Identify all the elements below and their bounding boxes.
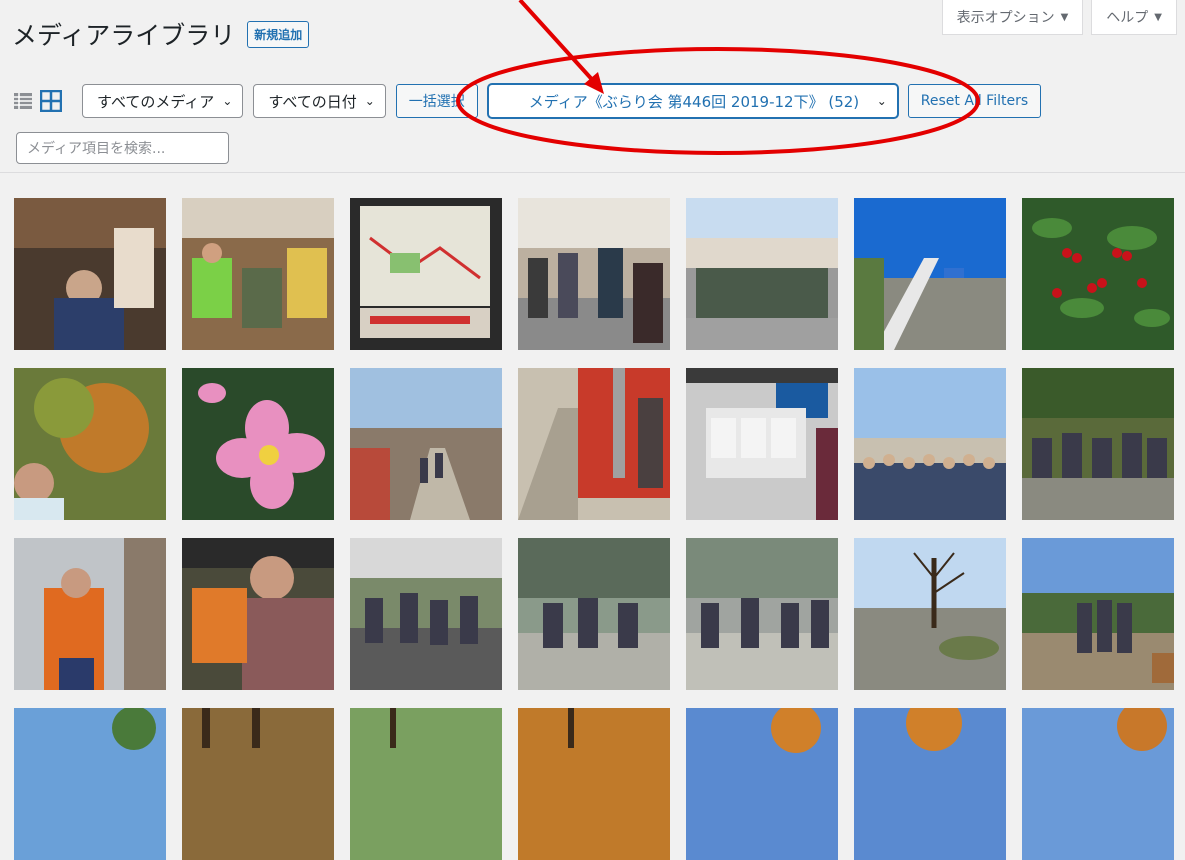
media-thumbnail[interactable] bbox=[1022, 708, 1174, 860]
media-thumbnail[interactable] bbox=[182, 198, 334, 350]
media-thumbnail[interactable] bbox=[518, 368, 670, 520]
help-button[interactable]: ヘルプ ▼ bbox=[1091, 0, 1177, 35]
media-thumbnail[interactable] bbox=[182, 538, 334, 690]
media-thumbnail[interactable] bbox=[854, 198, 1006, 350]
screen-options-label: 表示オプション bbox=[956, 10, 1055, 26]
screen-meta-links: 表示オプション ▼ ヘルプ ▼ bbox=[941, 0, 1177, 35]
media-thumbnail[interactable] bbox=[350, 708, 502, 860]
category-filter[interactable]: メディア《ぶらり会 第446回 2019-12下》 (52) ⌄ bbox=[487, 84, 898, 118]
media-thumbnail[interactable] bbox=[518, 538, 670, 690]
media-thumbnail[interactable] bbox=[686, 368, 838, 520]
date-filter[interactable]: すべての日付 ⌄ bbox=[253, 84, 386, 118]
screen-options-button[interactable]: 表示オプション ▼ bbox=[941, 0, 1084, 35]
help-label: ヘルプ bbox=[1106, 10, 1149, 26]
media-grid bbox=[14, 198, 1174, 860]
media-thumbnail[interactable] bbox=[350, 538, 502, 690]
caret-down-icon: ▼ bbox=[1060, 11, 1069, 23]
media-thumbnail[interactable] bbox=[686, 538, 838, 690]
chevron-down-icon: ⌄ bbox=[222, 94, 233, 108]
reset-filters-button[interactable]: Reset All Filters bbox=[907, 84, 1042, 118]
list-view-icon[interactable] bbox=[12, 90, 34, 112]
chevron-down-icon: ⌄ bbox=[364, 94, 375, 108]
date-value: すべての日付 bbox=[268, 92, 357, 111]
media-thumbnail[interactable] bbox=[1022, 198, 1174, 350]
chevron-down-icon: ⌄ bbox=[876, 94, 887, 108]
media-type-value: すべてのメディア bbox=[97, 92, 215, 111]
media-thumbnail[interactable] bbox=[518, 708, 670, 860]
media-thumbnail[interactable] bbox=[182, 708, 334, 860]
media-thumbnail[interactable] bbox=[14, 708, 166, 860]
media-thumbnail[interactable] bbox=[14, 198, 166, 350]
divider bbox=[0, 172, 1185, 173]
media-thumbnail[interactable] bbox=[182, 368, 334, 520]
page-header: メディアライブラリ 新規追加 bbox=[12, 16, 310, 52]
annotation-arrow-shaft bbox=[518, 0, 599, 87]
media-thumbnail[interactable] bbox=[14, 538, 166, 690]
view-switch bbox=[12, 90, 62, 112]
media-thumbnail[interactable] bbox=[1022, 368, 1174, 520]
page-title: メディアライブラリ bbox=[12, 21, 236, 50]
media-thumbnail[interactable] bbox=[350, 368, 502, 520]
media-thumbnail[interactable] bbox=[686, 708, 838, 860]
media-thumbnail[interactable] bbox=[854, 538, 1006, 690]
add-new-button[interactable]: 新規追加 bbox=[247, 20, 310, 48]
media-thumbnail[interactable] bbox=[14, 368, 166, 520]
search-input[interactable]: メディア項目を検索... bbox=[16, 132, 229, 164]
media-thumbnail[interactable] bbox=[686, 198, 838, 350]
media-thumbnail[interactable] bbox=[1022, 538, 1174, 690]
media-type-filter[interactable]: すべてのメディア ⌄ bbox=[82, 84, 244, 118]
category-value: メディア《ぶらり会 第446回 2019-12下》 (52) bbox=[528, 92, 860, 111]
media-toolbar: すべてのメディア ⌄ すべての日付 ⌄ 一括選択 メディア《ぶらり会 第446回… bbox=[12, 84, 1042, 118]
media-thumbnail[interactable] bbox=[854, 368, 1006, 520]
media-thumbnail[interactable] bbox=[854, 708, 1006, 860]
bulk-select-button[interactable]: 一括選択 bbox=[395, 84, 478, 118]
grid-view-icon[interactable] bbox=[40, 90, 62, 112]
media-thumbnail[interactable] bbox=[350, 198, 502, 350]
media-thumbnail[interactable] bbox=[518, 198, 670, 350]
caret-down-icon: ▼ bbox=[1154, 11, 1162, 23]
